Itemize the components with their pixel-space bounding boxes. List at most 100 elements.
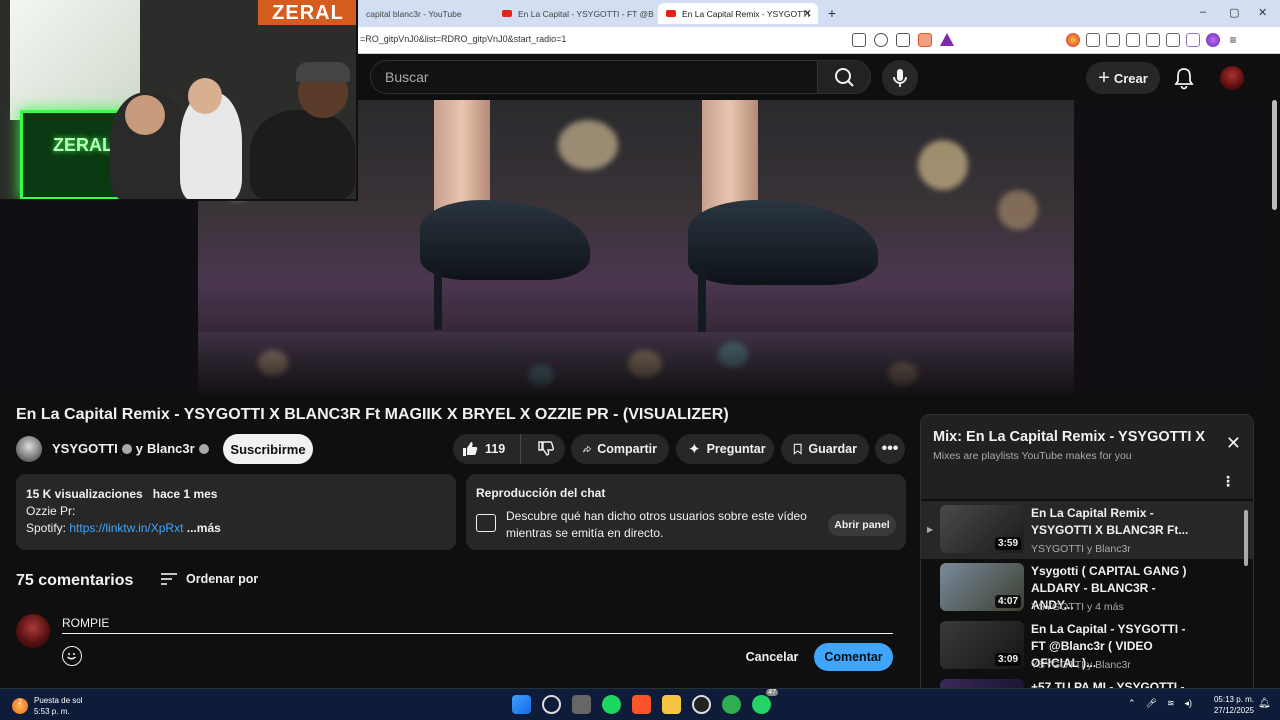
page-scrollbar[interactable]: [1272, 100, 1277, 210]
chat-replay-box: Reproducción del chat Descubre qué han d…: [466, 474, 906, 550]
screen: capital blanc3r - YouTube En La Capital …: [0, 0, 1280, 720]
zoom-icon[interactable]: [874, 33, 888, 47]
share-icon[interactable]: [896, 33, 910, 47]
rewards-icon[interactable]: [940, 33, 954, 46]
maximize-icon[interactable]: ▢: [1229, 6, 1239, 19]
profile-icon[interactable]: [1206, 33, 1220, 47]
account-avatar[interactable]: [1220, 66, 1244, 90]
extension-icon[interactable]: [1066, 33, 1080, 47]
subscribe-button[interactable]: Suscribirme: [223, 434, 313, 464]
windows-start-icon[interactable]: [512, 695, 531, 714]
system-clock[interactable]: 05:13 p. m. 27/12/2025: [1206, 694, 1254, 716]
brave-browser-icon[interactable]: [632, 695, 651, 714]
like-button[interactable]: 119: [453, 434, 522, 464]
url-field[interactable]: =RO_gitpVnJ0&list=RDRO_gitpVnJ0&start_ra…: [360, 34, 566, 44]
vpn-icon[interactable]: [1186, 33, 1200, 47]
mix-subtitle: Mixes are playlists YouTube makes for yo…: [933, 450, 1132, 462]
shoe-shape: [420, 200, 590, 280]
channel-name-link[interactable]: Blanc3r: [147, 441, 195, 456]
spotify-link[interactable]: https://linktw.in/XpRxt: [69, 521, 183, 535]
person-figure: [250, 110, 355, 199]
webcam-overlay: ZERALO ZERAL: [0, 0, 358, 201]
more-actions-button[interactable]: •••: [875, 434, 905, 464]
sparkle-icon: ✦: [688, 441, 701, 458]
plus-icon: +: [1098, 66, 1110, 89]
create-button[interactable]: + Crear: [1086, 62, 1160, 94]
shoe-shape: [688, 200, 878, 285]
tab-capital-blanc3r[interactable]: capital blanc3r - YouTube: [358, 3, 490, 24]
sunset-icon: 2: [12, 698, 28, 714]
brave-shield-icon[interactable]: [918, 33, 932, 47]
weather-title: Puesta de sol: [34, 696, 83, 705]
playlist-item[interactable]: 4:07 Ysygotti ( CAPITAL GANG ) ALDARY - …: [921, 559, 1253, 617]
share-button[interactable]: Compartir: [571, 434, 669, 464]
sidebar-icon[interactable]: [1126, 33, 1140, 47]
mic-icon: [893, 69, 907, 87]
minimize-icon[interactable]: –: [1200, 6, 1206, 18]
dislike-button[interactable]: [527, 440, 565, 458]
notifications-icon[interactable]: 🔔︎: [1258, 698, 1271, 709]
more-vertical-icon[interactable]: ⋮: [1221, 473, 1235, 490]
ask-button[interactable]: ✦ Preguntar: [676, 434, 774, 464]
tab-en-la-capital-remix[interactable]: En La Capital Remix - YSYGOTTI ✕: [658, 3, 818, 24]
open-panel-button[interactable]: Abrir panel: [828, 514, 896, 536]
task-view-icon[interactable]: [572, 695, 591, 714]
video-title: En La Capital Remix - YSYGOTTI X BLANC3R…: [16, 406, 729, 423]
menu-icon[interactable]: ≡: [1226, 33, 1240, 47]
playlist-item-channel: YSYGOTTI y Blanc3r: [1031, 659, 1131, 671]
spotify-icon[interactable]: [602, 695, 621, 714]
youtube-icon: [666, 10, 676, 17]
xbox-icon[interactable]: [722, 695, 741, 714]
clock-time: 05:13 p. m.: [1213, 695, 1254, 704]
search-icon[interactable]: [542, 695, 561, 714]
playlist-item-title: En La Capital Remix - YSYGOTTI X BLANC3R…: [1031, 506, 1189, 537]
mic-icon[interactable]: 🎤︎: [1146, 698, 1157, 709]
description-box[interactable]: 15 K visualizaciones hace 1 mes Ozzie Pr…: [16, 474, 456, 550]
new-tab-button[interactable]: +: [823, 5, 841, 22]
search-button[interactable]: [817, 60, 871, 94]
leo-icon[interactable]: [1166, 33, 1180, 47]
obs-icon[interactable]: [692, 695, 711, 714]
chevron-up-icon[interactable]: ⌃: [1128, 698, 1136, 709]
tab-label: En La Capital Remix - YSYGOTTI: [682, 8, 810, 19]
weather-widget[interactable]: 2 Puesta de sol 5:53 p. m.: [12, 695, 82, 717]
volume-icon[interactable]: ◂): [1185, 698, 1193, 709]
playlist-item-channel: YSYGOTTI y Blanc3r: [1031, 543, 1131, 555]
comment-submit-button[interactable]: Comentar: [814, 643, 893, 671]
emoji-icon[interactable]: [62, 646, 82, 666]
sort-button[interactable]: Ordenar por: [160, 572, 258, 586]
save-label: Guardar: [808, 442, 857, 456]
now-playing-icon: ▶: [927, 525, 934, 534]
tab-en-la-capital[interactable]: En La Capital - YSYGOTTI - FT @Blan: [494, 3, 654, 24]
wifi-icon[interactable]: ≋: [1167, 698, 1175, 709]
chat-replay-title: Reproducción del chat: [476, 486, 606, 500]
voice-search-button[interactable]: [882, 60, 918, 96]
verified-icon: [121, 443, 132, 454]
search-input[interactable]: Buscar: [370, 60, 818, 94]
wallet-icon[interactable]: [1146, 33, 1160, 47]
notifications-bell-icon[interactable]: [1170, 64, 1198, 92]
bookmark-icon: [793, 443, 802, 455]
mix-scrollbar[interactable]: [1244, 510, 1248, 566]
close-window-icon[interactable]: ✕: [1258, 6, 1267, 19]
comment-input[interactable]: ROMPIE: [62, 612, 893, 634]
show-more-link[interactable]: ...más: [187, 521, 221, 535]
playlist-item[interactable]: 3:09 En La Capital - YSYGOTTI - FT @Blan…: [921, 617, 1253, 675]
playlist-item[interactable]: ▶ 3:59 En La Capital Remix - YSYGOTTI X …: [921, 501, 1253, 559]
sort-label: Ordenar por: [186, 572, 259, 586]
close-icon[interactable]: ✕: [1226, 433, 1241, 454]
channel-avatar[interactable]: [16, 436, 42, 462]
windows-taskbar: 2 Puesta de sol 5:53 p. m. 47 ⌃ 🎤︎ ≋ ◂): [0, 688, 1280, 720]
save-button[interactable]: Guardar: [781, 434, 869, 464]
ask-label: Preguntar: [706, 442, 766, 456]
downloads-icon[interactable]: [1106, 33, 1120, 47]
cast-icon[interactable]: [852, 33, 866, 47]
puzzle-icon[interactable]: [1086, 33, 1100, 47]
mix-playlist-panel: Mix: En La Capital Remix - YSYGOTTI X BL…: [920, 414, 1254, 694]
file-explorer-icon[interactable]: [662, 695, 681, 714]
whatsapp-icon[interactable]: 47: [752, 689, 778, 714]
close-tab-icon[interactable]: ✕: [803, 7, 812, 20]
cancel-button[interactable]: Cancelar: [740, 643, 804, 671]
playlist-item-channel: YSYGOTTI y 4 más: [1031, 601, 1124, 613]
channel-name-link[interactable]: YSYGOTTI: [52, 441, 118, 456]
